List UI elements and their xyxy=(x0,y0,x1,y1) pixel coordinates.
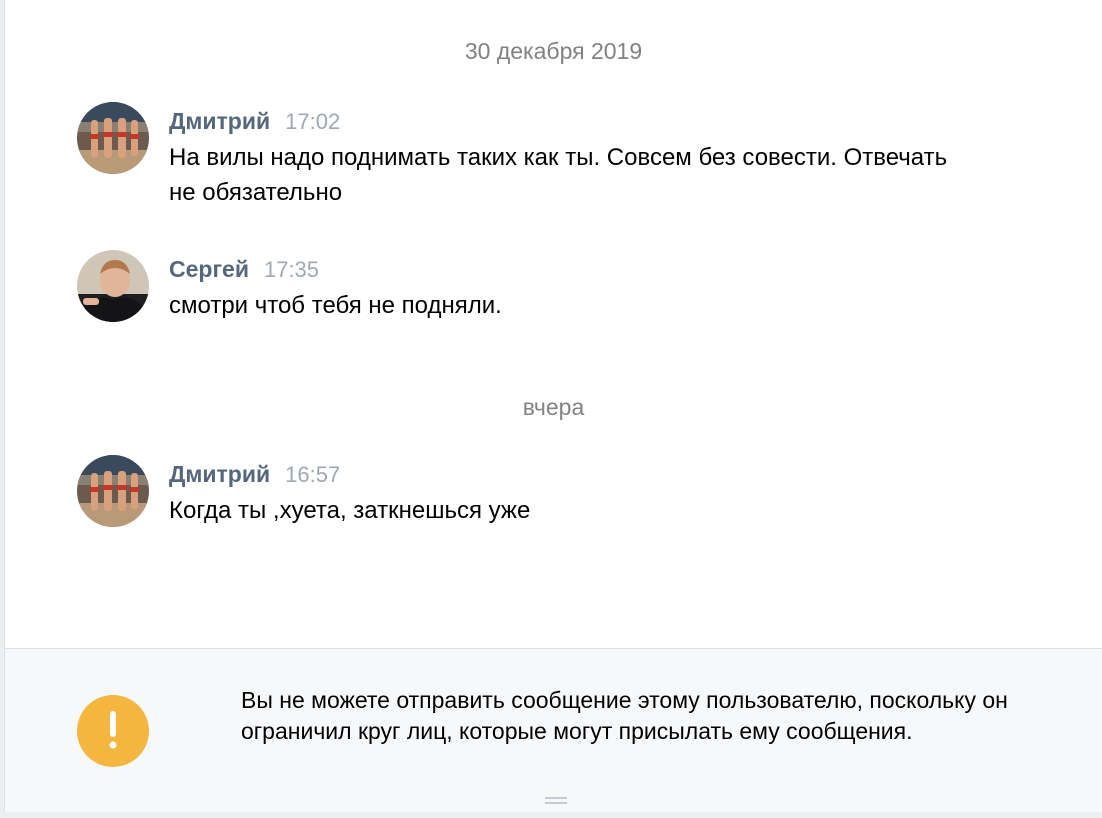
avatar[interactable] xyxy=(77,455,149,527)
message-header: Сергей 17:35 xyxy=(169,256,1082,286)
author-name[interactable]: Сергей xyxy=(169,256,249,283)
message-text: смотри чтоб тебя не подняли. xyxy=(169,292,502,319)
chat-history[interactable]: 30 декабря 2019 Дмитрий 17:02 На вилы на… xyxy=(4,0,1102,812)
avatar-photo xyxy=(77,102,149,174)
composer-blocked-notice: Вы не можете отправить сообщение этому п… xyxy=(5,648,1102,812)
avatar[interactable] xyxy=(77,102,149,174)
author-name[interactable]: Дмитрий xyxy=(169,108,270,135)
avatar-photo xyxy=(77,455,149,527)
author-name[interactable]: Дмитрий xyxy=(169,461,270,488)
message-text: Когда ты ,хуета, заткнешься уже xyxy=(169,497,531,524)
blocked-notice-text: Вы не можете отправить сообщение этому п… xyxy=(241,687,1008,744)
resize-handle[interactable] xyxy=(545,797,567,805)
message-header: Дмитрий 16:57 xyxy=(169,461,1082,491)
message-time[interactable]: 17:02 xyxy=(285,109,340,135)
message-body: Дмитрий 17:02 На вилы надо поднимать так… xyxy=(169,108,1082,210)
message-body: Дмитрий 16:57 Когда ты ,хуета, заткнешьс… xyxy=(169,461,1082,528)
message-body: Сергей 17:35 смотри чтоб тебя не подняли… xyxy=(169,256,1082,323)
date-divider: вчера xyxy=(522,394,585,420)
exclamation-icon xyxy=(77,695,149,767)
message-header: Дмитрий 17:02 xyxy=(169,108,1082,138)
message-time[interactable]: 17:35 xyxy=(264,257,319,283)
avatar-photo xyxy=(77,250,149,322)
date-divider: 30 декабря 2019 xyxy=(464,38,643,64)
avatar[interactable] xyxy=(77,250,149,322)
message-time[interactable]: 16:57 xyxy=(285,462,340,488)
message-text: На вилы надо поднимать таких как ты. Сов… xyxy=(169,144,948,206)
